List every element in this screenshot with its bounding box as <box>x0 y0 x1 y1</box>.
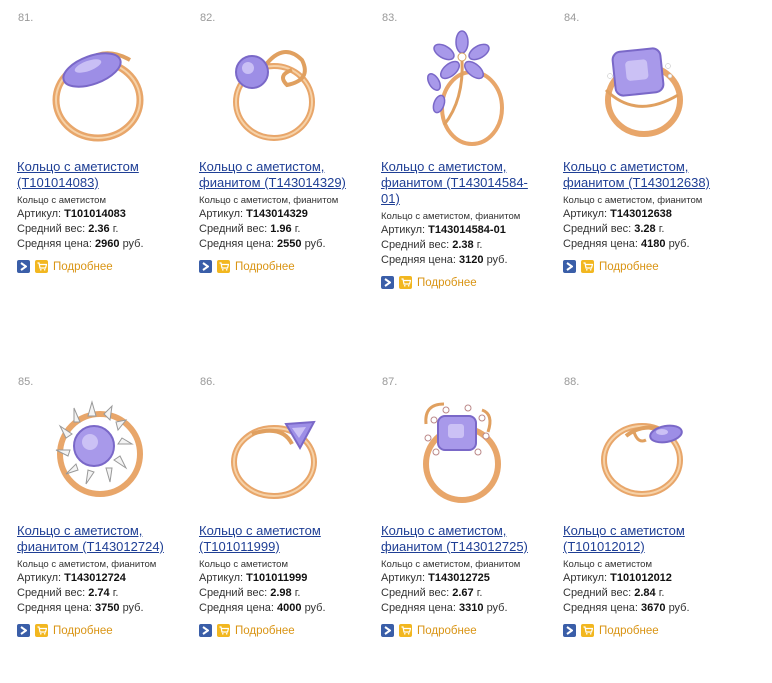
more-link[interactable]: Подробнее <box>53 625 113 637</box>
more-link[interactable]: Подробнее <box>235 625 295 637</box>
product-actions: Подробнее <box>17 259 177 274</box>
product-weight: Средний вес: 2.36 г. <box>17 223 119 235</box>
arrow-right-icon[interactable] <box>17 624 30 637</box>
product-image[interactable] <box>546 0 722 160</box>
product-info: Кольцо с аметистом, фианитом (Т143014329… <box>199 159 359 274</box>
product-image[interactable] <box>546 364 722 524</box>
product-price: Средняя цена: 3750 руб. <box>17 602 144 614</box>
product-weight: Средний вес: 2.38 г. <box>381 239 483 251</box>
cart-icon[interactable] <box>217 624 230 637</box>
product-image[interactable] <box>182 0 358 160</box>
more-link[interactable]: Подробнее <box>53 261 113 273</box>
product-image[interactable] <box>0 0 176 160</box>
arrow-right-icon[interactable] <box>199 624 212 637</box>
product-actions: Подробнее <box>563 259 723 274</box>
product-title-link[interactable]: Кольцо с аметистом (Т101011999) <box>199 523 359 555</box>
product-weight: Средний вес: 2.67 г. <box>381 587 483 599</box>
product-sku: Артикул: Т143014329 <box>199 208 308 220</box>
product-card: 87. Кольцо с аметистом, фианитом (Т14301… <box>364 364 540 683</box>
product-title-link[interactable]: Кольцо с аметистом, фианитом (Т143012724… <box>17 523 177 555</box>
product-price: Средняя цена: 4000 руб. <box>199 602 326 614</box>
product-price: Средняя цена: 4180 руб. <box>563 238 690 250</box>
cart-icon[interactable] <box>217 260 230 273</box>
product-card: 84. Кольцо с аметистом, фианитом (Т14301… <box>546 0 722 340</box>
more-link[interactable]: Подробнее <box>417 625 477 637</box>
product-info: Кольцо с аметистом (Т101014083) Кольцо с… <box>17 159 177 274</box>
product-image[interactable] <box>182 364 358 524</box>
product-description: Кольцо с аметистом <box>563 559 652 570</box>
arrow-right-icon[interactable] <box>17 260 30 273</box>
product-description: Кольцо с аметистом, фианитом <box>17 559 157 570</box>
product-sku: Артикул: Т143012724 <box>17 572 126 584</box>
product-price: Средняя цена: 2550 руб. <box>199 238 326 250</box>
product-actions: Подробнее <box>199 623 359 638</box>
product-image[interactable] <box>364 0 540 160</box>
more-link[interactable]: Подробнее <box>235 261 295 273</box>
product-price: Средняя цена: 3120 руб. <box>381 254 508 266</box>
product-grid: 81. Кольцо с аметистом (Т101014083) Коль… <box>0 0 772 683</box>
product-info: Кольцо с аметистом (Т101012012) Кольцо с… <box>563 523 723 638</box>
product-sku: Артикул: Т101012012 <box>563 572 672 584</box>
product-title-link[interactable]: Кольцо с аметистом (Т101014083) <box>17 159 177 191</box>
product-info: Кольцо с аметистом, фианитом (Т143012724… <box>17 523 177 638</box>
product-title-link[interactable]: Кольцо с аметистом, фианитом (Т143014584… <box>381 159 541 207</box>
product-image[interactable] <box>0 364 176 524</box>
product-actions: Подробнее <box>199 259 359 274</box>
arrow-right-icon[interactable] <box>563 260 576 273</box>
product-sku: Артикул: Т143014584-01 <box>381 224 506 236</box>
product-card: 82. Кольцо с аметистом, фианитом (Т14301… <box>182 0 358 340</box>
product-weight: Средний вес: 2.84 г. <box>563 587 665 599</box>
cart-icon[interactable] <box>35 624 48 637</box>
product-card: 86. Кольцо с аметистом (Т101011999) Коль… <box>182 364 358 683</box>
cart-icon[interactable] <box>581 624 594 637</box>
more-link[interactable]: Подробнее <box>417 277 477 289</box>
product-description: Кольцо с аметистом <box>17 195 106 206</box>
product-weight: Средний вес: 2.98 г. <box>199 587 301 599</box>
product-description: Кольцо с аметистом, фианитом <box>381 559 521 570</box>
product-card: 83. Кольцо с аметистом, фианитом (Т14301… <box>364 0 540 340</box>
product-sku: Артикул: Т143012725 <box>381 572 490 584</box>
product-sku: Артикул: Т101011999 <box>199 572 308 584</box>
product-title-link[interactable]: Кольцо с аметистом, фианитом (Т143014329… <box>199 159 359 191</box>
product-info: Кольцо с аметистом, фианитом (Т143014584… <box>381 159 541 290</box>
product-title-link[interactable]: Кольцо с аметистом (Т101012012) <box>563 523 723 555</box>
product-image[interactable] <box>364 364 540 524</box>
product-price: Средняя цена: 3310 руб. <box>381 602 508 614</box>
product-title-link[interactable]: Кольцо с аметистом, фианитом (Т143012638… <box>563 159 723 191</box>
product-card: 88. Кольцо с аметистом (Т101012012) Коль… <box>546 364 722 683</box>
cart-icon[interactable] <box>399 624 412 637</box>
product-price: Средняя цена: 2960 руб. <box>17 238 144 250</box>
arrow-right-icon[interactable] <box>381 624 394 637</box>
product-actions: Подробнее <box>381 623 541 638</box>
product-weight: Средний вес: 3.28 г. <box>563 223 665 235</box>
product-card: 85. Кольцо с аметистом, фианитом (Т14301… <box>0 364 176 683</box>
product-sku: Артикул: Т143012638 <box>563 208 672 220</box>
cart-icon[interactable] <box>581 260 594 273</box>
product-actions: Подробнее <box>17 623 177 638</box>
arrow-right-icon[interactable] <box>381 276 394 289</box>
product-actions: Подробнее <box>381 275 541 290</box>
product-info: Кольцо с аметистом, фианитом (Т143012638… <box>563 159 723 274</box>
product-actions: Подробнее <box>563 623 723 638</box>
product-info: Кольцо с аметистом (Т101011999) Кольцо с… <box>199 523 359 638</box>
product-weight: Средний вес: 2.74 г. <box>17 587 119 599</box>
product-description: Кольцо с аметистом <box>199 559 288 570</box>
product-weight: Средний вес: 1.96 г. <box>199 223 301 235</box>
cart-icon[interactable] <box>35 260 48 273</box>
product-description: Кольцо с аметистом, фианитом <box>199 195 339 206</box>
product-price: Средняя цена: 3670 руб. <box>563 602 690 614</box>
arrow-right-icon[interactable] <box>563 624 576 637</box>
product-card: 81. Кольцо с аметистом (Т101014083) Коль… <box>0 0 176 340</box>
product-description: Кольцо с аметистом, фианитом <box>563 195 703 206</box>
product-sku: Артикул: Т101014083 <box>17 208 126 220</box>
cart-icon[interactable] <box>399 276 412 289</box>
arrow-right-icon[interactable] <box>199 260 212 273</box>
product-info: Кольцо с аметистом, фианитом (Т143012725… <box>381 523 541 638</box>
product-description: Кольцо с аметистом, фианитом <box>381 211 521 222</box>
more-link[interactable]: Подробнее <box>599 261 659 273</box>
product-title-link[interactable]: Кольцо с аметистом, фианитом (Т143012725… <box>381 523 541 555</box>
more-link[interactable]: Подробнее <box>599 625 659 637</box>
